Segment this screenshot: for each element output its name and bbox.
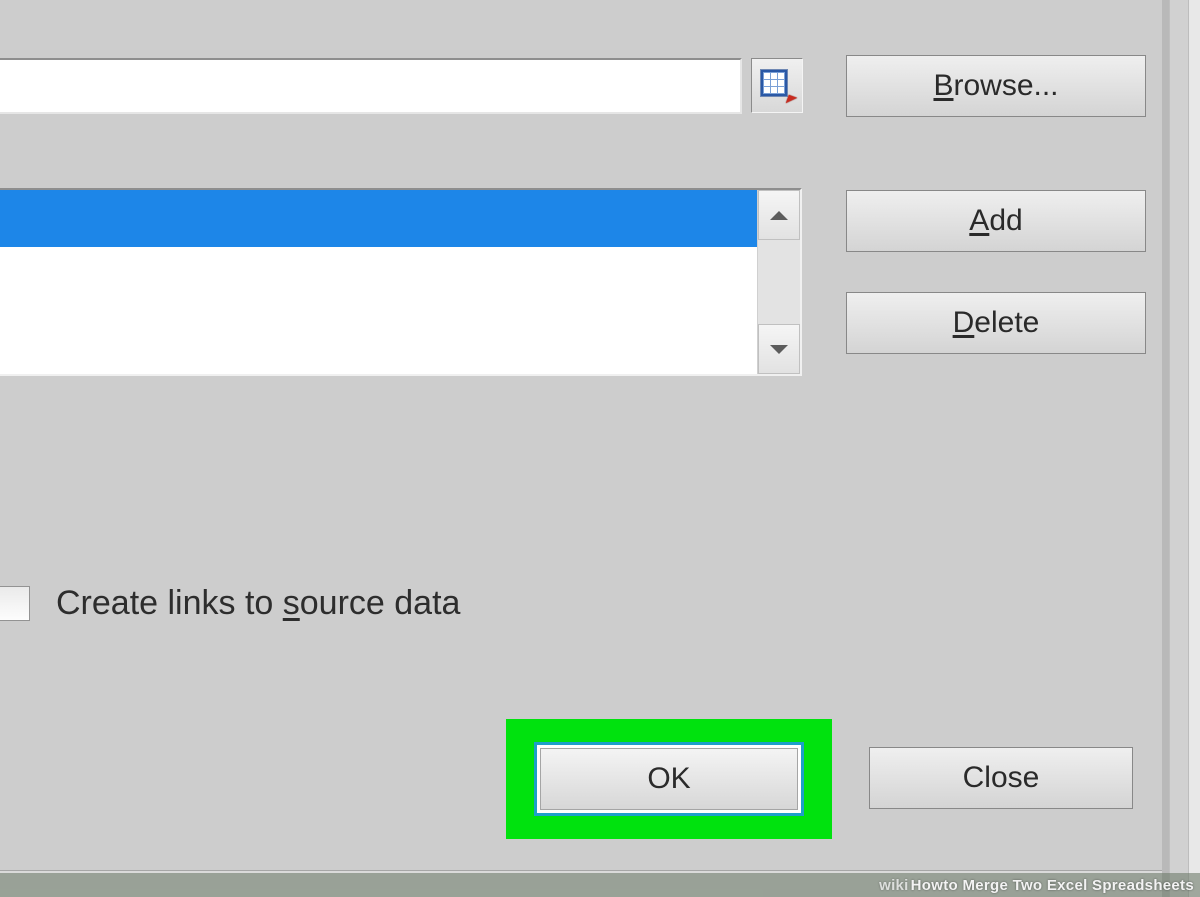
window-edge-outer [1188, 0, 1200, 897]
watermark-bar: wiki How to Merge Two Excel Spreadsheets [0, 873, 1200, 897]
close-button[interactable]: Close [869, 747, 1133, 809]
create-links-label[interactable]: Create links to source data [56, 584, 460, 623]
delete-button[interactable]: Delete [846, 292, 1146, 354]
watermark-how: How [911, 877, 944, 894]
watermark-text: to Merge Two Excel Spreadsheets [943, 877, 1194, 894]
list-item[interactable] [0, 190, 757, 247]
viewport: Browse... Add Delete [0, 0, 1200, 897]
add-label-accel: A [969, 204, 989, 238]
delete-label-accel: D [953, 306, 975, 340]
reference-input[interactable] [0, 58, 742, 114]
scroll-down-button[interactable] [758, 324, 800, 374]
ok-label: OK [647, 762, 690, 796]
browse-button[interactable]: Browse... [846, 55, 1146, 117]
scroll-up-button[interactable] [758, 190, 800, 240]
ok-focus-ring: OK [534, 742, 804, 816]
range-picker-button[interactable] [751, 58, 803, 113]
listbox-items [0, 190, 757, 374]
create-links-label-after: ource data [300, 584, 461, 622]
ok-highlight-frame: OK [506, 719, 832, 839]
chevron-up-icon [770, 211, 788, 220]
watermark-brand: wiki [879, 877, 909, 894]
close-label: Close [963, 761, 1040, 795]
create-links-label-before: Create links to [56, 584, 283, 622]
create-links-checkbox[interactable] [0, 586, 30, 621]
add-label-rest: dd [989, 204, 1022, 238]
window-edge-inner [1169, 0, 1189, 897]
create-links-row: Create links to source data [0, 573, 460, 633]
listbox-scrollbar[interactable] [757, 190, 800, 374]
ok-button[interactable]: OK [540, 748, 798, 810]
chevron-down-icon [770, 345, 788, 354]
browse-label-accel: B [933, 69, 953, 103]
delete-label-rest: elete [974, 306, 1039, 340]
dialog-panel: Browse... Add Delete [0, 0, 1166, 871]
all-references-listbox[interactable] [0, 188, 802, 376]
create-links-label-accel: s [283, 584, 300, 622]
add-button[interactable]: Add [846, 190, 1146, 252]
range-picker-icon [760, 69, 794, 103]
browse-label-rest: rowse... [953, 69, 1058, 103]
